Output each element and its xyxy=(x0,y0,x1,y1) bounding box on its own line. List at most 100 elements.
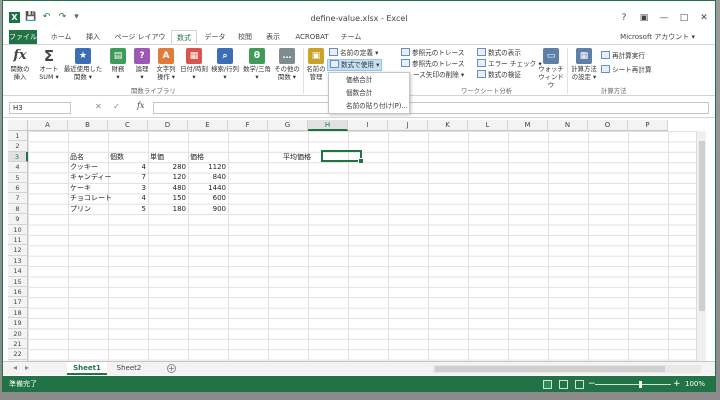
column-header-J[interactable]: J xyxy=(388,120,428,131)
row-header-10[interactable]: 10 xyxy=(8,224,28,235)
row-header-16[interactable]: 16 xyxy=(8,287,28,298)
column-header-M[interactable]: M xyxy=(508,120,548,131)
cell-E7[interactable]: 600 xyxy=(188,193,228,203)
row-header-20[interactable]: 20 xyxy=(8,328,28,339)
row-header-9[interactable]: 9 xyxy=(8,214,28,225)
column-header-G[interactable]: G xyxy=(268,120,308,131)
cell-B7[interactable]: チョコレート xyxy=(68,193,112,203)
minimize-button[interactable]: — xyxy=(655,12,673,24)
tab-view[interactable]: 表示 xyxy=(261,30,285,44)
tab-acrobat[interactable]: ACROBAT xyxy=(291,30,333,44)
column-header-C[interactable]: C xyxy=(108,120,148,131)
cancel-icon[interactable]: ✕ xyxy=(95,102,102,111)
column-header-O[interactable]: O xyxy=(588,120,628,131)
calculate-now-button[interactable]: 再計算実行 xyxy=(601,51,645,61)
column-header-L[interactable]: L xyxy=(468,120,508,131)
sheet-next-icon[interactable]: ▸ xyxy=(25,363,29,372)
evaluate-formula-button[interactable]: 数式の検証 xyxy=(477,70,521,80)
row-header-8[interactable]: 8 xyxy=(8,203,28,215)
column-header-D[interactable]: D xyxy=(148,120,188,131)
trace-precedents-button[interactable]: 参照元のトレース xyxy=(401,48,464,58)
row-header-12[interactable]: 12 xyxy=(8,245,28,256)
zoom-level[interactable]: 100% xyxy=(685,376,705,391)
horizontal-scroll-thumb[interactable] xyxy=(435,366,665,372)
column-header-N[interactable]: N xyxy=(548,120,588,131)
column-header-A[interactable]: A xyxy=(28,120,68,131)
worksheet-grid[interactable]: 品名 個数 単価 価格 平均価格 クッキー 4 280 1120 キャンディー … xyxy=(8,120,706,361)
cell-D7[interactable]: 150 xyxy=(148,193,188,203)
cell-B8[interactable]: プリン xyxy=(68,204,91,214)
math-button[interactable]: θ 数学/三角 ▾ xyxy=(241,48,273,81)
cell-E5[interactable]: 840 xyxy=(188,172,228,182)
row-header-7[interactable]: 7 xyxy=(8,193,28,204)
row-header-17[interactable]: 17 xyxy=(8,297,28,308)
account-menu[interactable]: Microsoft アカウント ▾ xyxy=(620,32,695,42)
column-header-H[interactable]: H xyxy=(308,120,348,131)
menu-item-price-total[interactable]: 価格合計 xyxy=(329,74,409,87)
cell-C3[interactable]: 個数 xyxy=(108,152,124,162)
define-name-button[interactable]: 名前の定義 ▾ xyxy=(329,48,378,58)
row-header-18[interactable]: 18 xyxy=(8,307,28,319)
tab-home[interactable]: ホーム xyxy=(47,30,75,44)
column-header-K[interactable]: K xyxy=(428,120,468,131)
active-cell-H3[interactable] xyxy=(321,150,364,164)
sheet-prev-icon[interactable]: ◂ xyxy=(13,363,17,372)
trace-dependents-button[interactable]: 参照先のトレース xyxy=(401,59,464,69)
name-box[interactable]: H3 xyxy=(9,102,71,114)
menu-item-paste-names[interactable]: 名前の貼り付け(P)... xyxy=(329,100,409,113)
row-header-1[interactable]: 1 xyxy=(8,131,28,142)
close-button[interactable]: ✕ xyxy=(695,12,713,24)
row-header-22[interactable]: 22 xyxy=(8,349,28,360)
cell-C6[interactable]: 3 xyxy=(108,183,148,193)
insert-function-icon[interactable]: fx xyxy=(137,101,144,110)
cell-B4[interactable]: クッキー xyxy=(68,162,98,172)
row-header-21[interactable]: 21 xyxy=(8,339,28,350)
calculate-sheet-button[interactable]: シート再計算 xyxy=(601,65,652,75)
sheet-tab-sheet2[interactable]: Sheet2 xyxy=(109,362,149,375)
tab-page-layout[interactable]: ページ レイアウト xyxy=(111,30,169,55)
horizontal-scrollbar[interactable] xyxy=(433,365,701,373)
calculation-options-button[interactable]: ▦ 計算方法 の設定 ▾ xyxy=(569,48,599,81)
row-header-5[interactable]: 5 xyxy=(8,172,28,183)
page-break-view-icon[interactable] xyxy=(575,380,584,389)
lookup-button[interactable]: ⌕ 検索/行列 ▾ xyxy=(209,48,241,81)
add-sheet-icon[interactable]: + xyxy=(167,364,176,373)
name-manager-button[interactable]: ▣ 名前の 管理 xyxy=(305,48,327,81)
cell-C7[interactable]: 4 xyxy=(108,193,148,203)
cell-E8[interactable]: 900 xyxy=(188,204,228,214)
column-header-B[interactable]: B xyxy=(68,120,108,131)
recent-functions-button[interactable]: ★ 最近使用した 関数 ▾ xyxy=(63,48,103,81)
cell-D3[interactable]: 単価 xyxy=(148,152,164,162)
use-in-formula-button[interactable]: 数式で使用 ▾ xyxy=(327,59,383,71)
cell-B6[interactable]: ケーキ xyxy=(68,183,91,193)
vertical-scrollbar[interactable] xyxy=(696,131,706,361)
enter-icon[interactable]: ✓ xyxy=(113,102,120,111)
sheet-tab-sheet1[interactable]: Sheet1 xyxy=(67,362,107,375)
insert-function-button[interactable]: fx 関数の 挿入 xyxy=(7,48,33,81)
tab-data[interactable]: データ xyxy=(201,30,229,44)
vertical-scroll-thumb[interactable] xyxy=(699,141,705,311)
error-checking-button[interactable]: エラー チェック ▾ xyxy=(477,59,542,69)
row-header-15[interactable]: 15 xyxy=(8,276,28,287)
logical-button[interactable]: ? 論理 ▾ xyxy=(131,48,153,81)
row-header-3[interactable]: 3 xyxy=(8,151,28,163)
row-header-6[interactable]: 6 xyxy=(8,183,28,194)
tab-insert[interactable]: 挿入 xyxy=(81,30,105,44)
row-header-11[interactable]: 11 xyxy=(8,235,28,246)
tab-formulas[interactable]: 数式 xyxy=(171,30,197,45)
cell-D6[interactable]: 480 xyxy=(148,183,188,193)
row-header-2[interactable]: 2 xyxy=(8,141,28,152)
column-header-I[interactable]: I xyxy=(348,120,388,131)
remove-arrows-button[interactable]: ース矢印の削除 ▾ xyxy=(413,70,464,80)
tab-review[interactable]: 校閲 xyxy=(233,30,257,44)
column-header-P[interactable]: P xyxy=(628,120,668,131)
cell-G3[interactable]: 平均価格 xyxy=(281,152,311,162)
financial-button[interactable]: ▤ 財務 ▾ xyxy=(107,48,129,81)
cell-D8[interactable]: 180 xyxy=(148,204,188,214)
cell-D4[interactable]: 280 xyxy=(148,162,188,172)
autosum-button[interactable]: Σ オート SUM ▾ xyxy=(37,48,61,81)
watch-window-button[interactable]: ▭ ウォッチ ウィンドウ xyxy=(537,48,565,89)
zoom-in-button[interactable]: + xyxy=(673,376,681,391)
text-button[interactable]: A 文字列 操作 ▾ xyxy=(153,48,179,81)
zoom-slider[interactable] xyxy=(595,384,671,385)
